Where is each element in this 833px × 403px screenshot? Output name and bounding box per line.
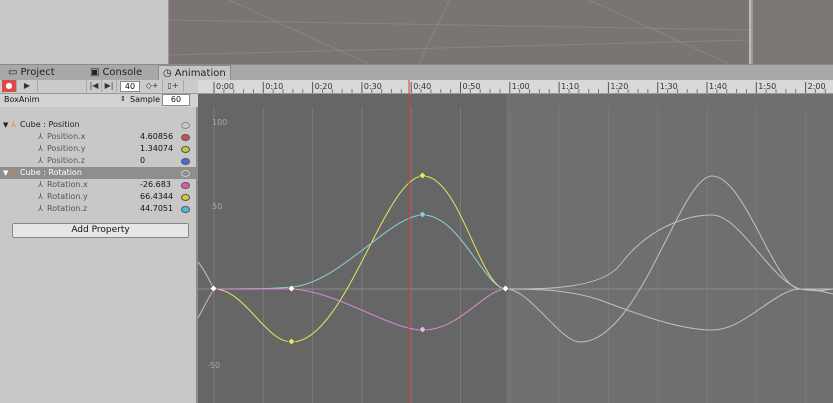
frame-input[interactable]: 40 (120, 81, 140, 92)
ruler-tick-label: 0:10 (265, 82, 283, 91)
property-value[interactable]: 4.60856 (140, 131, 173, 143)
ruler-tick-label: 0:00 (216, 82, 234, 91)
record-button[interactable]: ● (2, 80, 17, 92)
curve-color-dot[interactable] (181, 206, 190, 213)
property-value[interactable]: 44.7051 (140, 203, 173, 215)
ruler-tick-label: 0:20 (315, 82, 333, 91)
scene-grid (169, 0, 749, 64)
tab-animation[interactable]: ◷ Animation (158, 65, 231, 81)
property-label: Position.y (47, 144, 86, 153)
time-ruler[interactable]: 0:00 0:10 0:20 0:30 0:40 0:50 1:00 1:10 1:20 1:30… (198, 80, 833, 94)
scene-viewport[interactable] (169, 0, 749, 64)
property-row-rotation-x[interactable]: ⅄ Rotation.x -26.683 (0, 179, 196, 191)
scene-right-panel (751, 0, 833, 64)
group-cube-rotation[interactable]: ▼ ⅄ Cube : Rotation (0, 167, 196, 179)
tab-console[interactable]: ▣ Console (86, 66, 146, 80)
ruler-tick-label: 1:00 (512, 82, 530, 91)
tab-label: Project (20, 67, 55, 78)
foldout-arrow-icon[interactable]: ▼ (3, 119, 8, 131)
clock-icon: ◷ (163, 67, 172, 79)
group-label: Cube : Rotation (20, 168, 82, 177)
clip-row: BoxAnim ⇕ Sample 60 (0, 94, 198, 108)
add-keyframe-button[interactable]: ◇+ (142, 80, 163, 92)
curve-color-dot[interactable] (181, 158, 190, 165)
next-key-button[interactable]: ▶| (102, 80, 117, 92)
property-row-position-x[interactable]: ⅄ Position.x 4.60856 (0, 131, 196, 143)
sample-input[interactable]: 60 (162, 94, 190, 106)
ruler-tick-label: 0:40 (413, 82, 431, 91)
ruler-tick-label: 1:30 (660, 82, 678, 91)
transform-icon: ⅄ (38, 192, 43, 201)
ruler-tick-label: 1:50 (758, 82, 776, 91)
ruler-tick-label: 1:10 (561, 82, 579, 91)
clip-dropdown[interactable]: BoxAnim (4, 95, 39, 104)
ruler-tick-label: 0:50 (463, 82, 481, 91)
property-label: Rotation.z (47, 204, 88, 213)
play-icon: ▶ (23, 81, 31, 90)
scene-left-panel (0, 0, 169, 64)
property-value[interactable]: 0 (140, 155, 145, 167)
group-label: Cube : Position (20, 120, 80, 129)
transform-icon: ⅄ (11, 120, 16, 129)
console-icon: ▣ (90, 67, 100, 78)
tab-label: Animation (174, 67, 226, 79)
property-row-rotation-z[interactable]: ⅄ Rotation.z 44.7051 (0, 203, 196, 215)
curve-graph-active-range[interactable] (198, 94, 506, 403)
property-label: Position.x (47, 132, 86, 141)
tab-label: Console (102, 67, 143, 78)
dropdown-arrow-icon[interactable]: ⇕ (120, 95, 126, 103)
foldout-arrow-icon[interactable]: ▼ (3, 167, 8, 179)
ruler-ticks: 0:00 0:10 0:20 0:30 0:40 0:50 1:00 1:10 1:20 1:30… (213, 82, 826, 93)
add-keyframe-icon: ◇+ (145, 81, 159, 90)
play-button[interactable]: ▶ (17, 80, 38, 92)
curve-color-dot[interactable] (181, 194, 190, 201)
property-row-position-y[interactable]: ⅄ Position.y 1.34074 (0, 143, 196, 155)
curve-color-dot[interactable] (181, 146, 190, 153)
ruler-tick-label: 2:00 (808, 82, 826, 91)
property-value[interactable]: -26.683 (140, 179, 171, 191)
ruler-tick-label: 1:40 (709, 82, 727, 91)
folder-icon: ▭ (8, 67, 18, 78)
curve-color-dot[interactable] (181, 134, 190, 141)
group-cube-position[interactable]: ▼ ⅄ Cube : Position (0, 119, 196, 131)
prev-key-icon: |◀ (89, 81, 99, 90)
property-value[interactable]: 66.4344 (140, 191, 173, 203)
transform-icon: ⅄ (11, 168, 16, 177)
transform-icon: ⅄ (38, 132, 43, 141)
transform-icon: ⅄ (38, 180, 43, 189)
property-label: Rotation.x (47, 180, 88, 189)
add-event-icon: ▯+ (167, 81, 179, 90)
tab-project[interactable]: ▭ Project (4, 66, 59, 80)
ruler-tick-label: 1:20 (610, 82, 628, 91)
animation-toolbar: ● ▶ |◀ ▶| 40 ◇+ ▯+ (0, 80, 198, 94)
next-key-icon: ▶| (104, 81, 114, 90)
property-row-position-z[interactable]: ⅄ Position.z 0 (0, 155, 196, 167)
ruler-tick-label: 0:30 (364, 82, 382, 91)
transform-icon: ⅄ (38, 144, 43, 153)
property-label: Rotation.y (47, 192, 88, 201)
property-value[interactable]: 1.34074 (140, 143, 173, 155)
curve-color-dot[interactable] (181, 182, 190, 189)
property-row-rotation-y[interactable]: ⅄ Rotation.y 66.4344 (0, 191, 196, 203)
group-curve-toggle[interactable] (181, 122, 190, 129)
record-icon: ● (5, 81, 13, 90)
property-label: Position.z (47, 156, 85, 165)
prev-key-button[interactable]: |◀ (87, 80, 102, 92)
add-event-button[interactable]: ▯+ (163, 80, 184, 92)
add-property-button[interactable]: Add Property (12, 223, 189, 238)
curve-graph-outside-range[interactable] (506, 94, 833, 403)
toolbar-spacer (38, 80, 87, 92)
transform-icon: ⅄ (38, 204, 43, 213)
group-curve-toggle[interactable] (181, 170, 190, 177)
transform-icon: ⅄ (38, 156, 43, 165)
property-list: ▼ ⅄ Cube : Position ⅄ Position.x 4.60856… (0, 107, 198, 403)
sample-label: Sample (130, 95, 160, 104)
